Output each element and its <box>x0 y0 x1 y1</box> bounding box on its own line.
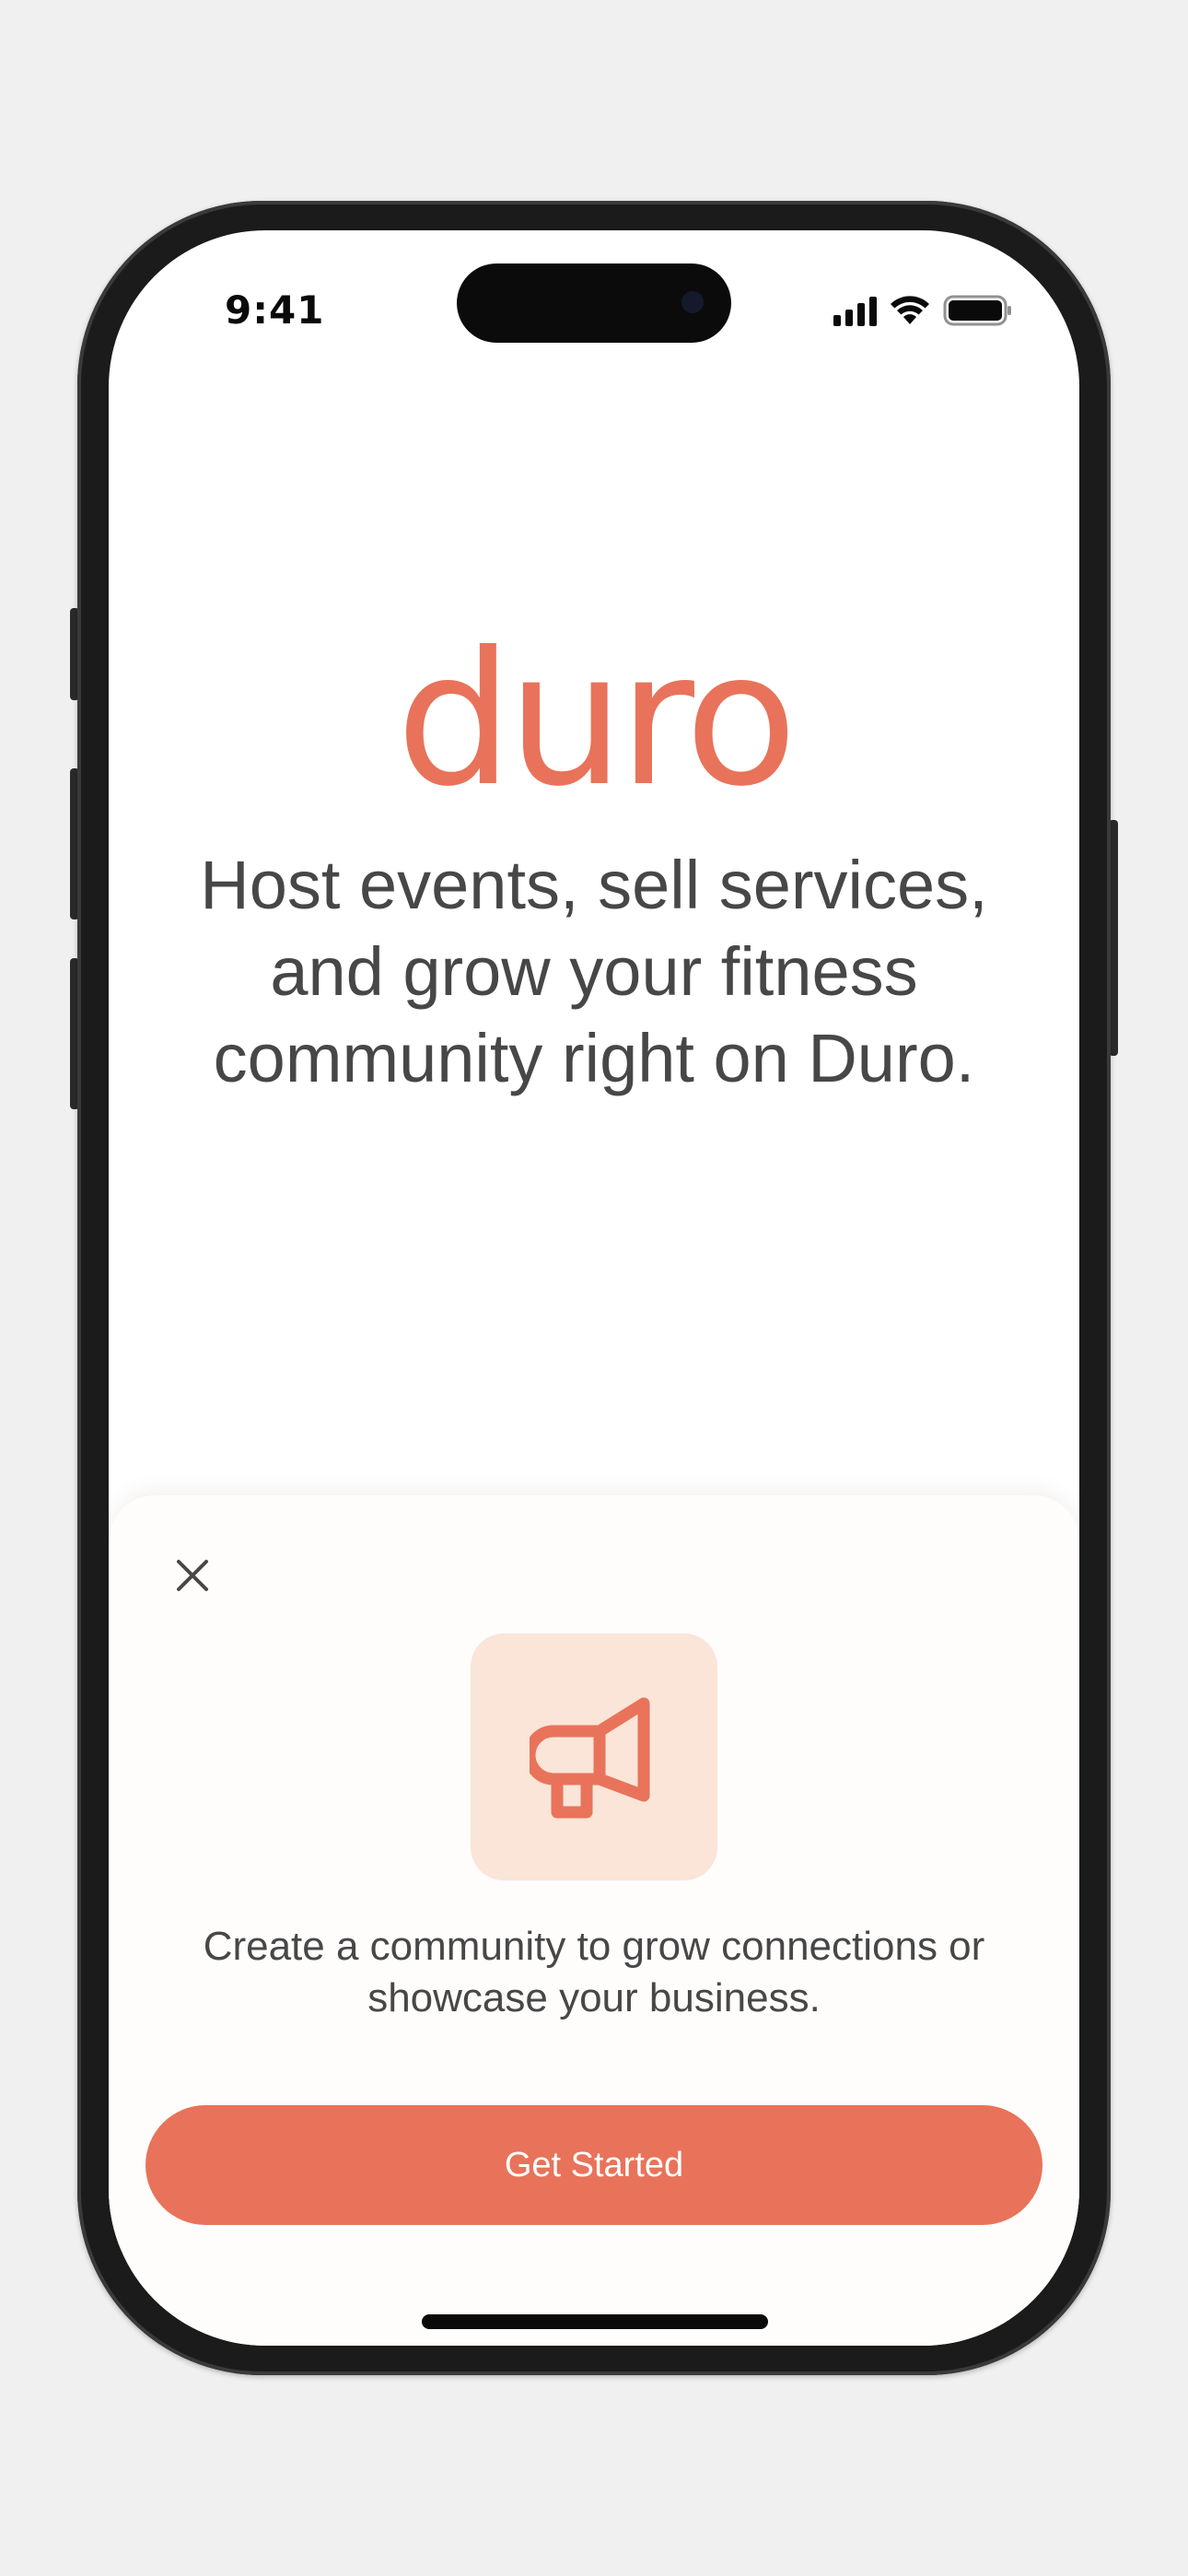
feature-icon-tile <box>471 1633 717 1880</box>
camera-icon <box>681 291 704 313</box>
duro-logo: duro <box>396 613 798 827</box>
close-button[interactable] <box>171 1554 214 1597</box>
phone-screen: 9:41 duro Host events, sell services, an… <box>109 230 1079 2346</box>
get-started-button[interactable]: Get Started <box>146 2105 1042 2225</box>
sheet-description: Create a community to grow connections o… <box>203 1924 985 2020</box>
home-indicator[interactable] <box>422 2314 768 2329</box>
wifi-icon <box>891 296 929 324</box>
close-icon <box>177 1560 208 1591</box>
tagline: Host events, sell services, and grow you… <box>200 847 988 1096</box>
status-icons <box>833 295 1013 326</box>
cellular-signal-icon <box>833 297 877 326</box>
bottom-sheet: Create a community to grow connections o… <box>109 1495 1079 2346</box>
status-time: 9:41 <box>225 287 325 333</box>
battery-icon <box>943 295 1011 326</box>
megaphone-icon <box>530 1697 650 1819</box>
dynamic-island <box>457 263 731 343</box>
